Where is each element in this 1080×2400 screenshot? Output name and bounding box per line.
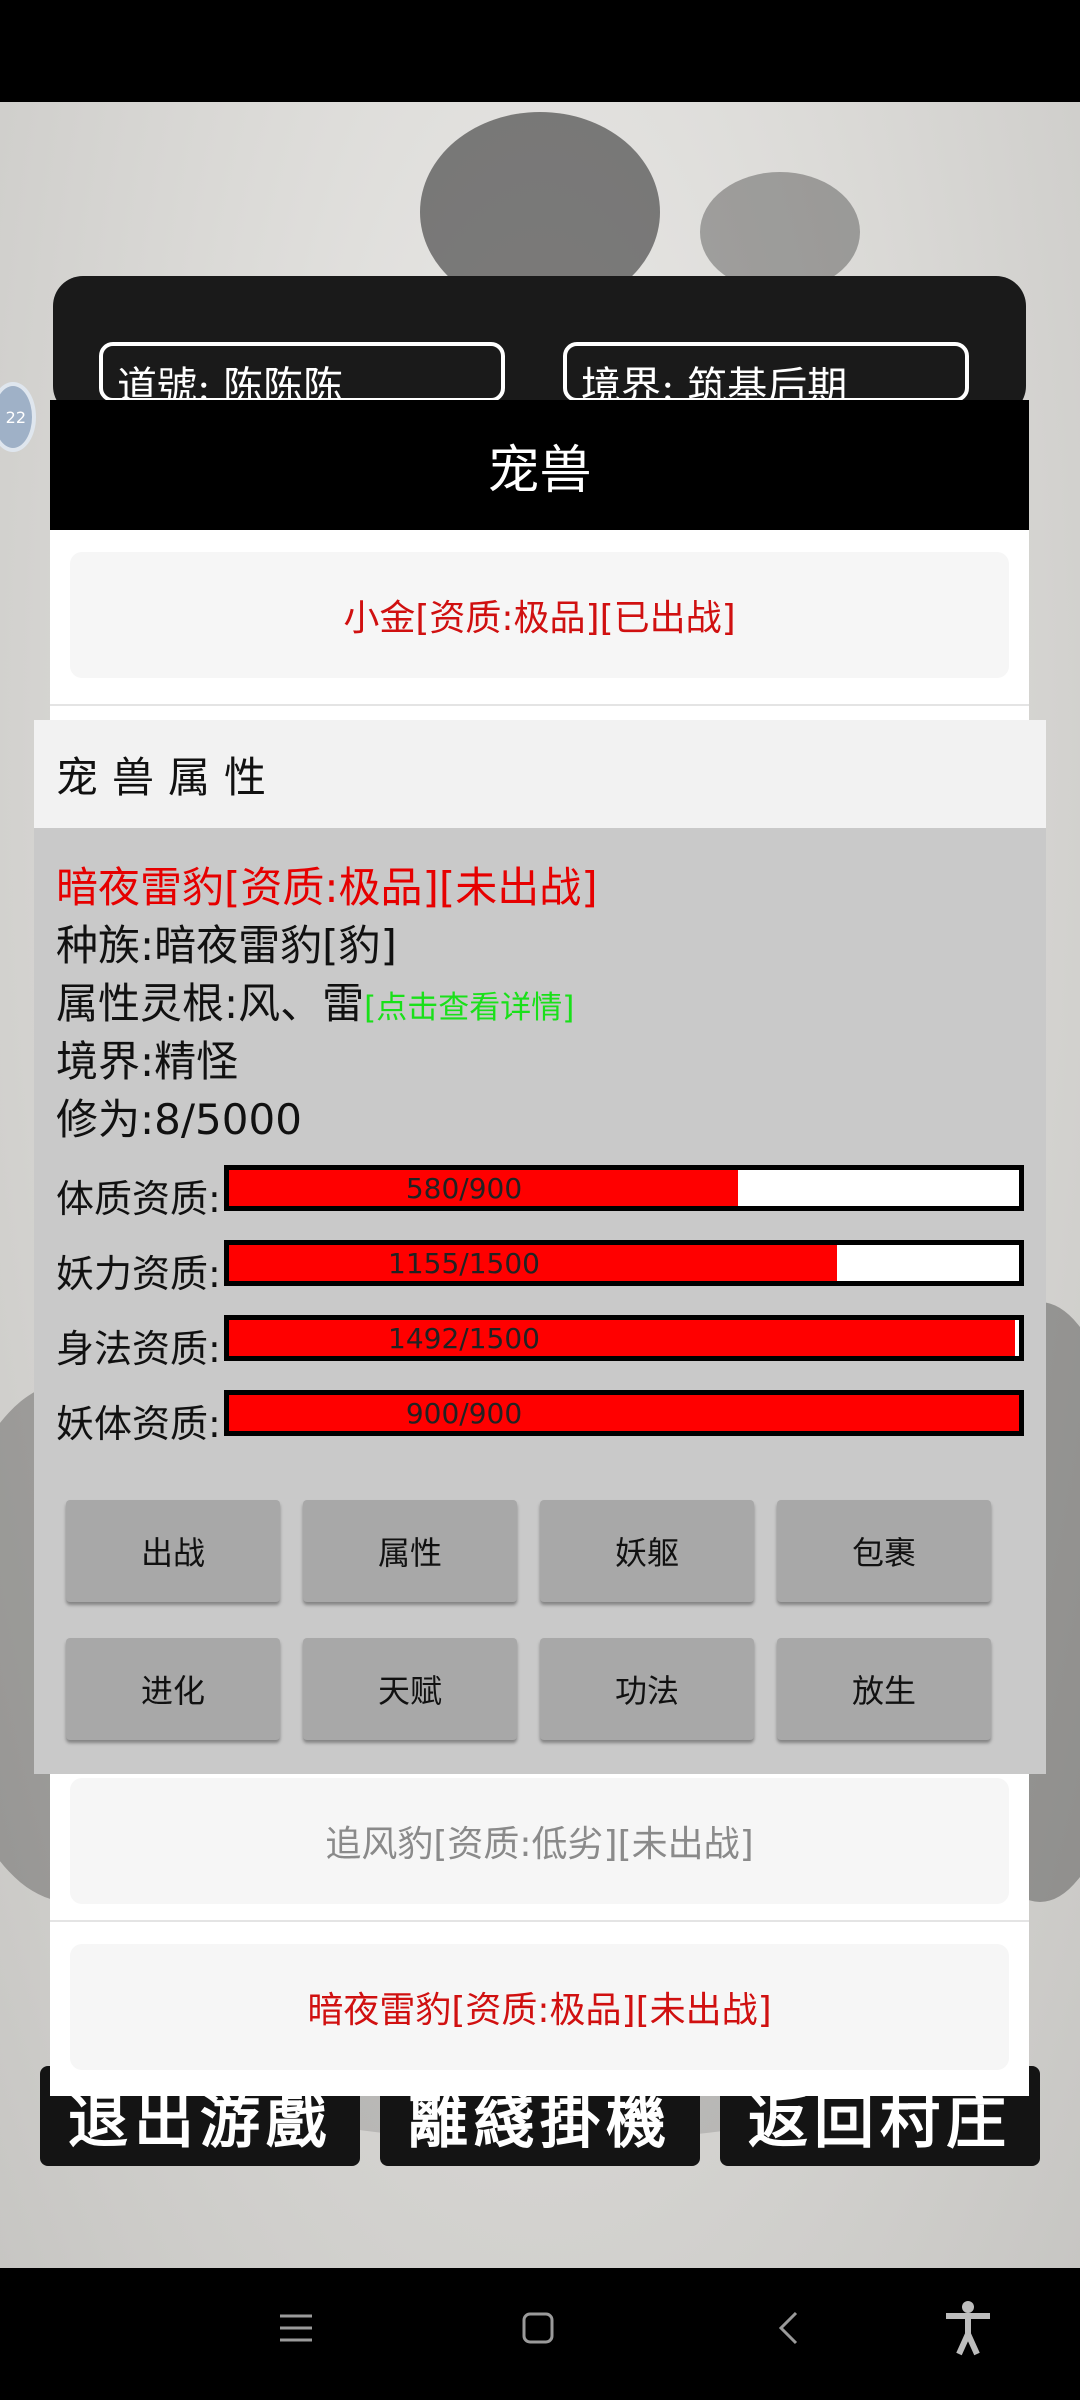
back-icon[interactable] — [758, 2298, 818, 2358]
spirit-root-text: 属性灵根:风、雷 — [56, 979, 365, 1028]
bag-button[interactable]: 包裹 — [777, 1500, 991, 1602]
deploy-button[interactable]: 出战 — [66, 1500, 280, 1602]
character-panel: 道號: 陈陈陈 境界: 筑基后期 — [53, 276, 1026, 416]
pet-dialog-title: 宠兽 — [50, 400, 1029, 530]
release-button[interactable]: 放生 — [777, 1638, 991, 1740]
navigation-bar — [0, 2268, 1080, 2400]
stat-bar: 580/900 — [224, 1165, 1024, 1211]
home-icon[interactable] — [508, 2298, 568, 2358]
view-details-link[interactable]: [点击查看详情] — [364, 990, 574, 1026]
demon-body-button[interactable]: 妖躯 — [540, 1500, 754, 1602]
stat-bar: 1492/1500 — [224, 1315, 1024, 1361]
realm-line: 境界:精怪 — [56, 1037, 239, 1086]
stat-bar-value: 580/900 — [405, 1171, 523, 1205]
pet-attributes-panel: 宠兽属性 暗夜雷豹[资质:极品][未出战] 种族:暗夜雷豹[豹] 属性灵根:风、… — [34, 720, 1046, 1774]
dao-name-box: 道號: 陈陈陈 — [99, 342, 505, 402]
stat-label: 身法资质: — [56, 1327, 221, 1371]
stat-bar-value: 1492/1500 — [388, 1321, 540, 1355]
menu-icon[interactable] — [266, 2298, 326, 2358]
stat-bar-value: 900/900 — [405, 1396, 523, 1430]
pet-list-item[interactable]: 小金[资质:极品][已出战] — [70, 552, 1009, 678]
spirit-root-line: 属性灵根:风、雷[点击查看详情] — [56, 970, 574, 1031]
stat-bar: 900/900 — [224, 1390, 1024, 1436]
evolve-button[interactable]: 进化 — [66, 1638, 280, 1740]
race-line: 种族:暗夜雷豹[豹] — [56, 921, 397, 970]
divider — [50, 1920, 1029, 1922]
stat-label: 妖力资质: — [56, 1252, 221, 1296]
technique-button[interactable]: 功法 — [540, 1638, 754, 1740]
attributes-title: 宠兽属性 — [34, 720, 1046, 828]
status-bar — [0, 0, 1080, 102]
stat-label: 妖体资质: — [56, 1402, 221, 1446]
talent-button[interactable]: 天赋 — [303, 1638, 517, 1740]
stat-bar-value: 1155/1500 — [388, 1246, 540, 1280]
attributes-button[interactable]: 属性 — [303, 1500, 517, 1602]
stat-bar: 1155/1500 — [224, 1240, 1024, 1286]
side-bubble-count: 22 — [5, 407, 26, 427]
pet-list-item[interactable]: 追风豹[资质:低劣][未出战] — [70, 1778, 1009, 1904]
accessibility-icon[interactable] — [938, 2298, 998, 2358]
divider — [50, 704, 1029, 706]
pet-list-item[interactable]: 暗夜雷豹[资质:极品][未出战] — [70, 1944, 1009, 2070]
pet-name-line: 暗夜雷豹[资质:极品][未出战] — [56, 863, 598, 912]
cultivation-line: 修为:8/5000 — [56, 1095, 302, 1144]
stat-label: 体质资质: — [56, 1177, 221, 1221]
realm-box: 境界: 筑基后期 — [563, 342, 969, 402]
